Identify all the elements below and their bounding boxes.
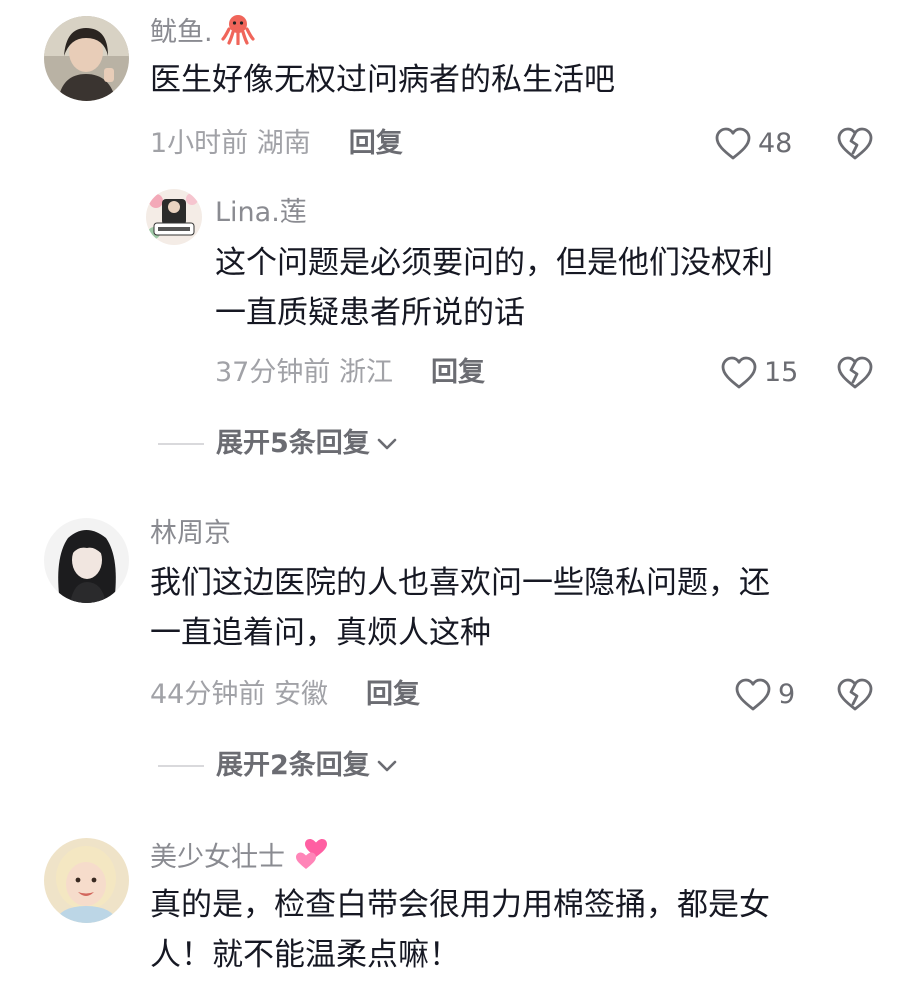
dislike-button[interactable] — [836, 354, 874, 392]
divider-line — [158, 443, 204, 445]
comment-text-line-2: 一直追着问，真烦人这种 — [150, 615, 491, 651]
reply-avatar[interactable] — [146, 189, 202, 245]
username[interactable]: 林周京 — [150, 517, 231, 551]
reply-meta: 37分钟前 浙江 回复 — [215, 356, 485, 390]
time-location: 44分钟前 安徽 — [150, 679, 328, 710]
chevron-down-icon — [377, 438, 397, 450]
heart-outline-icon — [715, 127, 751, 160]
broken-heart-icon — [837, 356, 873, 389]
reply-username[interactable]: Lina.莲 — [215, 196, 307, 230]
expand-replies-label: 展开2条回复 — [216, 750, 370, 781]
expand-replies-button[interactable]: 展开2条回复 — [158, 749, 398, 783]
avatar[interactable] — [44, 518, 129, 603]
comment-text-line-2: 人！就不能温柔点嘛！ — [150, 937, 460, 973]
broken-heart-icon — [837, 678, 873, 711]
comment-text-line-1: 真的是，检查白带会很用力用棉签捅，都是女 — [150, 887, 770, 923]
like-button[interactable]: 9 — [734, 675, 795, 715]
like-count: 9 — [778, 679, 796, 710]
dislike-button[interactable] — [836, 125, 874, 163]
like-button[interactable]: 15 — [720, 353, 798, 393]
divider-line — [158, 765, 204, 767]
reply-text-line-2: 一直质疑患者所说的话 — [215, 295, 525, 331]
chevron-down-icon — [377, 760, 397, 772]
time-location: 37分钟前 浙江 — [215, 357, 393, 388]
comment-text-line-1: 我们这边医院的人也喜欢问一些隐私问题，还 — [150, 565, 770, 601]
time-location: 1小时前 湖南 — [150, 128, 311, 159]
avatar[interactable] — [44, 16, 129, 101]
username[interactable]: 鱿鱼. — [150, 13, 255, 54]
heart-outline-icon — [721, 356, 757, 389]
reply-button[interactable]: 回复 — [366, 679, 420, 710]
broken-heart-icon — [837, 127, 873, 160]
heart-outline-icon — [735, 678, 771, 711]
comment-meta: 1小时前 湖南 回复 — [150, 127, 403, 161]
reply-text-line-1: 这个问题是必须要问的，但是他们没权利 — [215, 245, 773, 281]
avatar[interactable] — [44, 838, 129, 923]
like-button[interactable]: 48 — [714, 124, 792, 164]
reply-button[interactable]: 回复 — [431, 357, 485, 388]
like-count: 48 — [758, 128, 793, 159]
expand-replies-button[interactable]: 展开5条回复 — [158, 427, 398, 461]
like-count: 15 — [764, 357, 799, 388]
expand-replies-label: 展开5条回复 — [216, 428, 370, 459]
reply-button[interactable]: 回复 — [349, 128, 403, 159]
dislike-button[interactable] — [836, 676, 874, 714]
comment-meta: 44分钟前 安徽 回复 — [150, 678, 420, 712]
username[interactable]: 美少女壮士 — [150, 837, 330, 880]
octopus-emoji — [221, 13, 255, 54]
two-hearts-emoji — [294, 837, 330, 880]
comment-text: 医生好像无权过问病者的私生活吧 — [150, 62, 615, 98]
